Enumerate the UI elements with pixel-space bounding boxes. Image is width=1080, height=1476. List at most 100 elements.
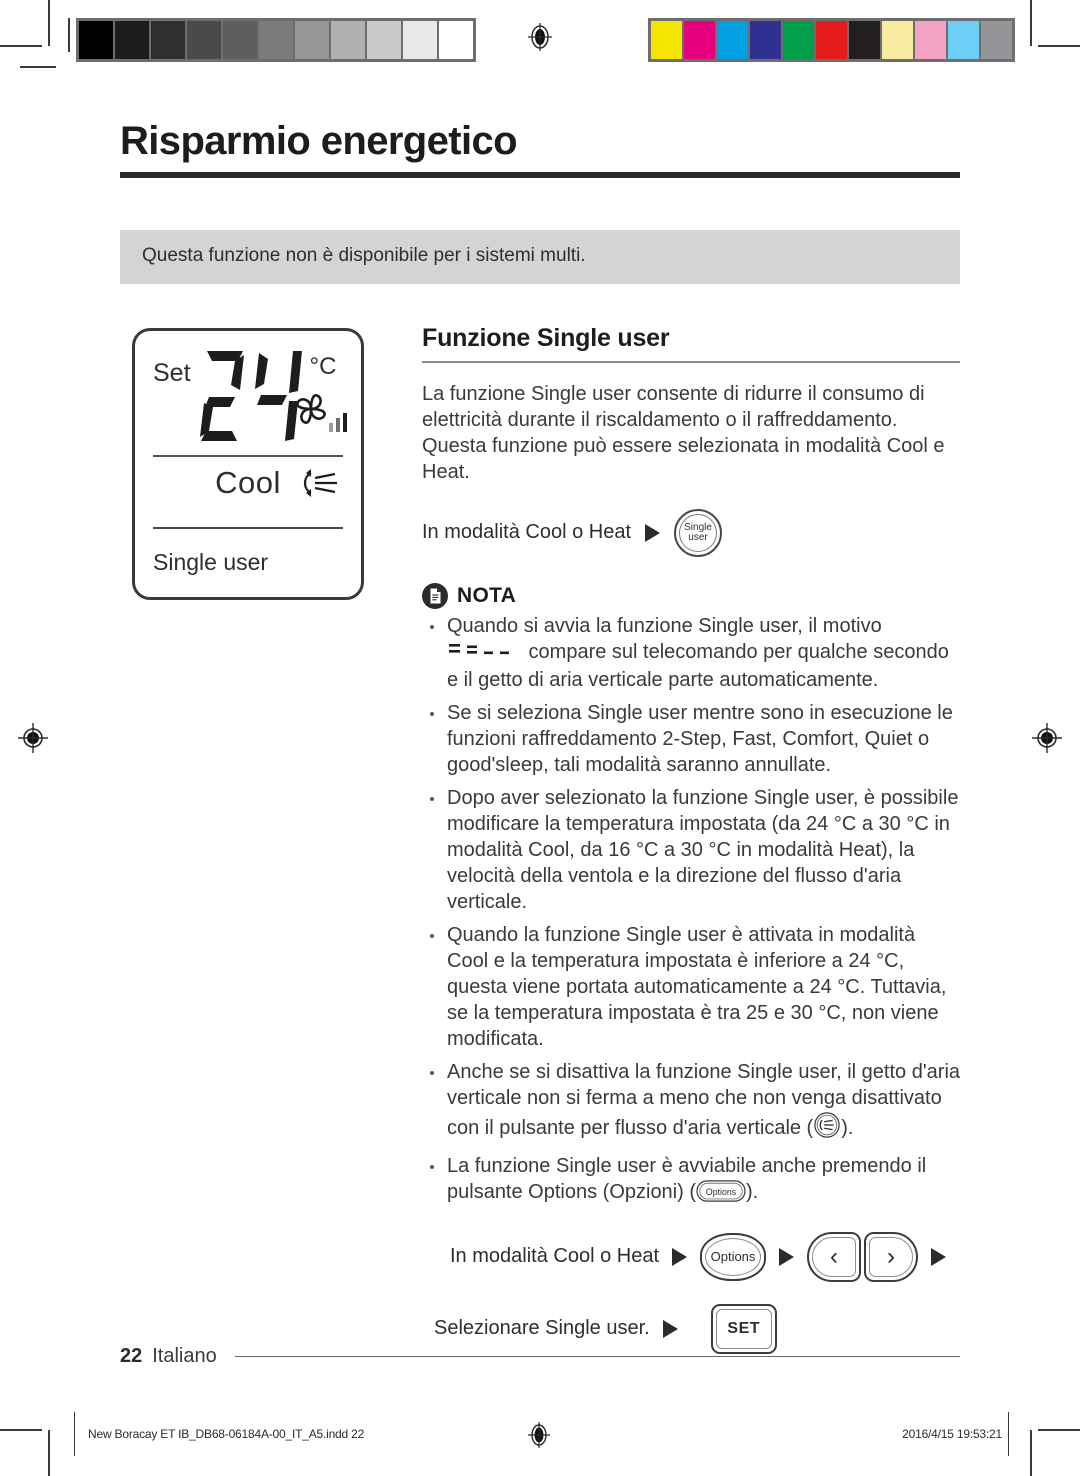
crop-mark-top-left-h (0, 45, 42, 47)
calibration-swatch (439, 21, 473, 59)
footer-page-number: 22 (120, 1345, 143, 1367)
note-text-after: ). (746, 1180, 759, 1203)
lcd-mode-row: Cool (153, 457, 343, 509)
content-columns: Set °C Cool Single user Funzione Single … (120, 324, 960, 1354)
note-text-after: ). (841, 1116, 854, 1139)
lcd-divider-2 (153, 526, 343, 529)
chevron-right-button[interactable]: › (864, 1231, 919, 1282)
note-document-icon (422, 582, 448, 609)
sequence-row-1: In modalità Cool o Heat Options ‹ › (422, 1231, 960, 1282)
triangle-right-icon (931, 1247, 947, 1266)
note-text: Dopo aver selezionato la funzione Single… (447, 786, 959, 913)
calibration-swatch (783, 21, 814, 59)
note-text: Quando la funzione Single user è attivat… (447, 923, 947, 1050)
registration-target-icon (525, 22, 555, 52)
text-column: Funzione Single user La funzione Single … (412, 324, 960, 1354)
calibration-swatch (948, 21, 979, 59)
crop-mark-top-right-h (1038, 45, 1080, 47)
calibration-swatch (223, 21, 257, 59)
crop-mark-top-right-v (1030, 0, 1032, 46)
calibration-swatch (651, 21, 682, 59)
triangle-right-icon (779, 1247, 795, 1266)
sequence-row-2-label: Selezionare Single user. (434, 1317, 650, 1340)
vertical-airflow-icon (297, 465, 341, 501)
set-button-label: SET (727, 1319, 761, 1337)
registration-target-icon (18, 723, 48, 753)
calibration-swatch (331, 21, 365, 59)
calibration-swatch (849, 21, 880, 59)
options-button-label: Options (710, 1249, 756, 1265)
remote-lcd-display: Set °C Cool Single user (132, 327, 364, 600)
svg-text:Options: Options (706, 1187, 737, 1197)
calibration-swatch (684, 21, 715, 59)
calibration-swatch (882, 21, 913, 59)
list-item: Dopo aver selezionato la funzione Single… (422, 785, 960, 915)
footer-divider (234, 1356, 960, 1357)
dash-pattern-icon (448, 640, 522, 667)
calibration-swatch (115, 21, 149, 59)
chevron-right-icon: › (887, 1242, 896, 1270)
navigation-buttons: ‹ › (807, 1231, 919, 1282)
lcd-mode-label: Cool (215, 464, 281, 500)
calibration-swatch (79, 21, 113, 59)
chevron-left-icon: ‹ (830, 1242, 839, 1270)
page-footer: 22 Italiano (120, 1345, 960, 1368)
primary-step-label: In modalità Cool o Heat (422, 521, 632, 544)
calibration-swatch (151, 21, 185, 59)
sequence-row-1-label: In modalità Cool o Heat (450, 1245, 660, 1268)
callout-notice: Questa funzione non è disponibile per i … (120, 230, 960, 284)
print-file-name: New Boracay ET IB_DB68-06184A-00_IT_A5.i… (88, 1427, 365, 1441)
crop-mark-top-left-h2 (20, 66, 56, 68)
page-title: Risparmio energetico (120, 119, 518, 163)
list-item: Quando la funzione Single user è attivat… (422, 922, 960, 1052)
crop-mark-top-left-v (48, 0, 50, 46)
fan-icon (287, 387, 351, 437)
grayscale-calibration-bar (76, 18, 476, 62)
lcd-temperature-unit: °C (309, 352, 337, 380)
calibration-swatch (367, 21, 401, 59)
single-user-button-line1: Single (684, 521, 712, 533)
lcd-set-label: Set (153, 358, 191, 387)
single-user-button-line2: user (688, 531, 708, 543)
note-list: Quando si avvia la funzione Single user,… (422, 613, 960, 1210)
note-header: NOTA (422, 582, 960, 609)
single-user-button[interactable]: Single user (674, 508, 723, 557)
triangle-right-icon (672, 1247, 688, 1266)
section-paragraph: La funzione Single user consente di ridu… (422, 382, 945, 483)
fan-speed-bars-icon (329, 412, 347, 432)
calibration-swatch (295, 21, 329, 59)
list-item: Se si seleziona Single user mentre sono … (422, 700, 960, 778)
lcd-temperature-row: Set °C (153, 345, 347, 453)
calibration-swatch (750, 21, 781, 59)
note-text-before: Quando si avvia la funzione Single user,… (447, 614, 882, 637)
page-content: Risparmio energetico Questa funzione non… (120, 120, 960, 1354)
crop-mark-top-left-v2 (68, 18, 70, 52)
color-calibration-bar (648, 18, 1015, 62)
print-timestamp: 2016/4/15 19:53:21 (902, 1427, 1002, 1441)
options-button[interactable]: Options (700, 1232, 767, 1281)
registration-target-icon (525, 1421, 553, 1449)
title-divider (120, 172, 960, 178)
lcd-function-label: Single user (153, 548, 269, 575)
section-divider (422, 360, 960, 363)
list-item: Quando si avvia la funzione Single user,… (422, 613, 960, 693)
section-heading: Funzione Single user (422, 323, 670, 352)
triangle-right-icon (645, 523, 661, 542)
list-item: La funzione Single user è avviabile anch… (422, 1153, 960, 1210)
note-text: Se si seleziona Single user mentre sono … (447, 701, 953, 776)
vertical-airflow-button-icon (813, 1111, 841, 1146)
triangle-right-icon (662, 1319, 678, 1338)
calibration-swatch (259, 21, 293, 59)
note-label: NOTA (457, 583, 517, 607)
options-button-icon: Options (696, 1179, 746, 1210)
note-text-before: Anche se si disattiva la funzione Single… (447, 1060, 961, 1139)
lcd-illustration-column: Set °C Cool Single user (120, 324, 412, 600)
list-item: Anche se si disattiva la funzione Single… (422, 1059, 960, 1146)
note-text-after: compare sul telecomando per qualche seco… (447, 640, 949, 691)
chevron-left-button[interactable]: ‹ (807, 1231, 862, 1282)
calibration-swatch (816, 21, 847, 59)
footer-language: Italiano (152, 1345, 217, 1367)
print-metadata-bar: New Boracay ET IB_DB68-06184A-00_IT_A5.i… (0, 1415, 1080, 1460)
calibration-swatch (717, 21, 748, 59)
calibration-swatch (187, 21, 221, 59)
